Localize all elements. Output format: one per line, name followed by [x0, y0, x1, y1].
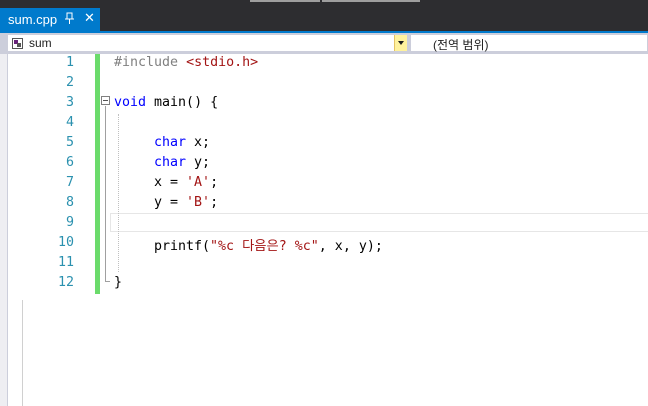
close-icon[interactable]: ✕ — [84, 10, 95, 26]
line-number: 3 — [65, 95, 74, 110]
line-number: 1 — [65, 55, 74, 70]
keyword: void — [114, 95, 147, 110]
code-line: 12 } — [0, 273, 648, 293]
project-icon — [12, 38, 23, 49]
code-line: 2 — [0, 73, 648, 93]
line-number: 8 — [65, 195, 74, 210]
line-number: 11 — [57, 255, 74, 270]
line-number: 6 — [65, 155, 74, 170]
code-fragment: } — [114, 275, 123, 290]
string-literal: "%c 다음은? %c" — [210, 239, 319, 254]
code-fragment: , x, y); — [318, 239, 383, 254]
navigation-bar: sum (전역 범위) — [0, 33, 648, 54]
preprocessor-directive: #include — [114, 55, 179, 70]
code-fragment: y = — [154, 195, 187, 210]
line-number: 10 — [57, 235, 74, 250]
line-number: 5 — [65, 135, 74, 150]
keyword: char — [154, 135, 187, 150]
code-fragment: y; — [186, 155, 211, 170]
code-text: char x; — [154, 135, 210, 150]
code-line: 6 char y; — [0, 153, 648, 173]
document-tab-strip: sum.cpp ✕ — [0, 0, 648, 31]
code-line: 10 printf("%c 다음은? %c", x, y); — [0, 233, 648, 254]
line-number: 9 — [65, 215, 74, 230]
scope-combo[interactable]: sum — [7, 34, 408, 52]
line-number: 4 — [65, 115, 74, 130]
member-combo[interactable]: (전역 범위) — [410, 34, 648, 52]
include-header: <stdio.h> — [186, 55, 259, 70]
tab-strip-hint — [250, 0, 320, 2]
code-fragment: x; — [186, 135, 211, 150]
code-line: 1 #include <stdio.h> — [0, 53, 648, 73]
code-text: y = 'B'; — [154, 195, 218, 210]
code-text: x = 'A'; — [154, 175, 218, 190]
keyword: char — [154, 155, 187, 170]
char-literal: 'B' — [186, 195, 211, 210]
char-literal: 'A' — [186, 175, 211, 190]
code-fragment: ; — [210, 175, 219, 190]
code-fragment: x = — [154, 175, 187, 190]
code-line: 3 void main() { — [0, 93, 648, 113]
tab-title: sum.cpp — [8, 12, 58, 27]
code-fragment: main() { — [146, 95, 219, 110]
scope-combo-value: sum — [29, 36, 52, 50]
code-fragment: printf( — [154, 239, 211, 254]
tab-strip-hint — [322, 0, 420, 2]
code-line: 9 — [0, 213, 648, 233]
editor-edge-mark — [22, 300, 23, 406]
code-text: #include <stdio.h> — [114, 55, 258, 70]
line-number: 7 — [65, 175, 74, 190]
code-line: 7 x = 'A'; — [0, 173, 648, 193]
code-line: 8 y = 'B'; — [0, 193, 648, 213]
code-text: } — [114, 275, 122, 290]
code-text: char y; — [154, 155, 210, 170]
code-text: printf("%c 다음은? %c", x, y); — [154, 235, 383, 254]
chevron-down-icon[interactable] — [394, 35, 407, 51]
code-line: 11 — [0, 253, 648, 273]
member-combo-value: (전역 범위) — [433, 38, 489, 52]
code-line: 4 — [0, 113, 648, 133]
line-number: 12 — [57, 275, 74, 290]
tab-sum-cpp[interactable]: sum.cpp ✕ — [0, 8, 100, 31]
code-fragment: ; — [210, 195, 219, 210]
line-number: 2 — [65, 75, 74, 90]
pin-icon[interactable] — [64, 11, 76, 25]
code-text: void main() { — [114, 95, 218, 110]
code-line: 5 char x; — [0, 133, 648, 153]
